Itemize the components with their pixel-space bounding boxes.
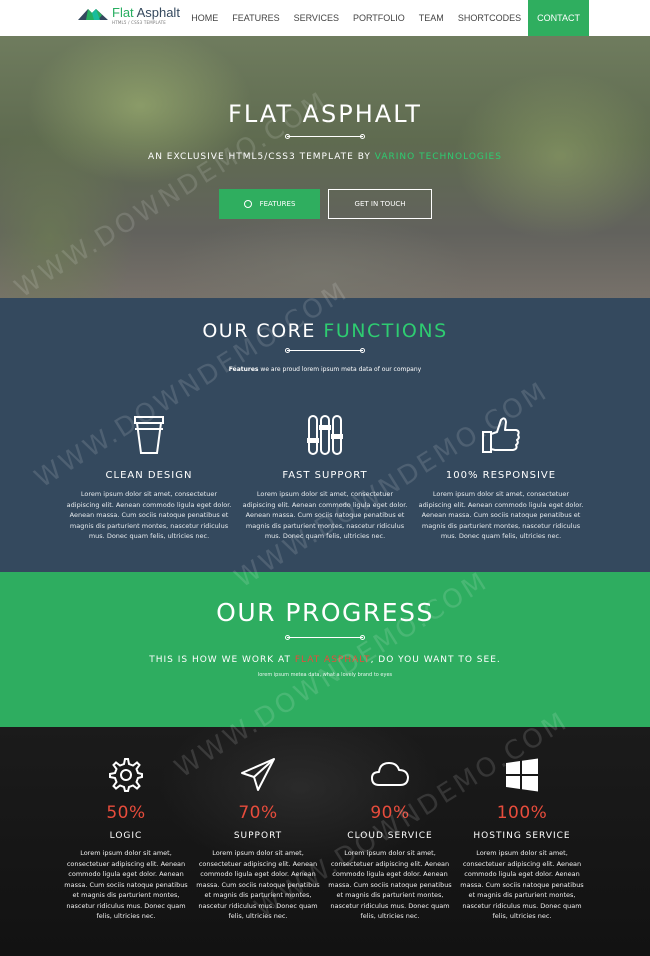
stat-text: Lorem ipsum dolor sit amet, consectetuer…: [460, 849, 584, 920]
top-navbar: Flat Asphalt HTML5 / CSS3 TEMPLATE HOME …: [0, 0, 650, 36]
feature-responsive: 100% RESPONSIVE Lorem ipsum dolor sit am…: [418, 414, 584, 542]
get-in-touch-button[interactable]: GET IN TOUCH: [328, 189, 432, 219]
feature-text: Lorem ipsum dolor sit amet, consectetuer…: [242, 490, 408, 540]
stat-percent: 90%: [370, 803, 410, 823]
logo-subtitle: HTML5 / CSS3 TEMPLATE: [112, 20, 167, 25]
stat-text: Lorem ipsum dolor sit amet, consectetuer…: [196, 849, 320, 920]
stat-cloud-service: 90% CLOUD SERVICE Lorem ipsum dolor sit …: [324, 757, 456, 922]
windows-icon: [506, 758, 538, 792]
stat-percent: 70%: [238, 803, 278, 823]
features-button[interactable]: FEATURES: [219, 189, 320, 219]
stat-title: SUPPORT: [233, 831, 283, 841]
feature-title: FAST SUPPORT: [282, 470, 368, 481]
feature-title: 100% RESPONSIVE: [445, 470, 557, 481]
stat-logic: 50% LOGIC Lorem ipsum dolor sit amet, co…: [60, 757, 192, 922]
cup-icon: [134, 416, 164, 454]
stat-percent: 100%: [496, 803, 548, 823]
core-subtitle: Features we are proud lorem ipsum meta d…: [228, 366, 422, 373]
nav-shortcodes[interactable]: SHORTCODES: [451, 0, 528, 36]
nav-portfolio[interactable]: PORTFOLIO: [346, 0, 412, 36]
progress-title: OUR PROGRESS: [216, 598, 434, 627]
feature-text: Lorem ipsum dolor sit amet, consectetuer…: [418, 490, 584, 540]
stat-text: Lorem ipsum dolor sit amet, consectetuer…: [328, 849, 452, 920]
logo[interactable]: Flat Asphalt HTML5 / CSS3 TEMPLATE: [78, 6, 180, 30]
cloud-icon: [371, 762, 409, 786]
core-functions-section: OUR CORE FUNCTIONS Features we are proud…: [0, 298, 650, 572]
stat-title: HOSTING SERVICE: [473, 831, 571, 841]
feature-clean-design: CLEAN DESIGN Lorem ipsum dolor sit amet,…: [66, 414, 232, 542]
hero-section: FLAT ASPHALT AN EXCLUSIVE HTML5/CSS3 TEM…: [0, 36, 650, 298]
core-title: OUR CORE FUNCTIONS: [202, 320, 448, 342]
nav-home[interactable]: HOME: [184, 0, 225, 36]
paper-plane-icon: [241, 758, 275, 791]
stats-section: 50% LOGIC Lorem ipsum dolor sit amet, co…: [0, 727, 650, 956]
hero-subtitle: AN EXCLUSIVE HTML5/CSS3 TEMPLATE BY VARI…: [148, 152, 502, 162]
nav-features[interactable]: FEATURES: [225, 0, 286, 36]
hero-brand: VARINO TECHNOLOGIES: [374, 152, 502, 162]
progress-subtitle: THIS IS HOW WE WORK AT FLAT ASPHALT, DO …: [149, 655, 501, 665]
stat-hosting-service: 100% HOSTING SERVICE Lorem ipsum dolor s…: [456, 757, 588, 922]
sliders-icon: [307, 415, 343, 455]
core-divider: [285, 348, 365, 354]
progress-small-text: lorem ipsum metea data, what a lovely br…: [257, 672, 393, 678]
progress-divider: [285, 635, 365, 641]
progress-section: OUR PROGRESS THIS IS HOW WE WORK AT FLAT…: [0, 572, 650, 727]
thumbs-up-icon: [482, 417, 520, 453]
logo-title: Flat Asphalt: [112, 5, 180, 20]
stat-text: Lorem ipsum dolor sit amet, consectetuer…: [64, 849, 188, 920]
feature-fast-support: FAST SUPPORT Lorem ipsum dolor sit amet,…: [242, 414, 408, 542]
globe-icon: [243, 200, 252, 208]
stat-support: 70% SUPPORT Lorem ipsum dolor sit amet, …: [192, 757, 324, 922]
nav-services[interactable]: SERVICES: [287, 0, 346, 36]
hero-title: FLAT ASPHALT: [228, 100, 422, 128]
main-menu: HOME FEATURES SERVICES PORTFOLIO TEAM SH…: [184, 0, 589, 36]
logo-mark-icon: [78, 9, 108, 20]
nav-team[interactable]: TEAM: [412, 0, 451, 36]
stat-percent: 50%: [106, 803, 146, 823]
stat-title: LOGIC: [109, 831, 143, 841]
hero-divider: [285, 134, 365, 140]
feature-title: CLEAN DESIGN: [105, 470, 193, 481]
nav-contact[interactable]: CONTACT: [528, 0, 589, 36]
stat-title: CLOUD SERVICE: [347, 831, 433, 841]
gear-icon: [109, 758, 143, 792]
feature-text: Lorem ipsum dolor sit amet, consectetuer…: [66, 490, 232, 540]
